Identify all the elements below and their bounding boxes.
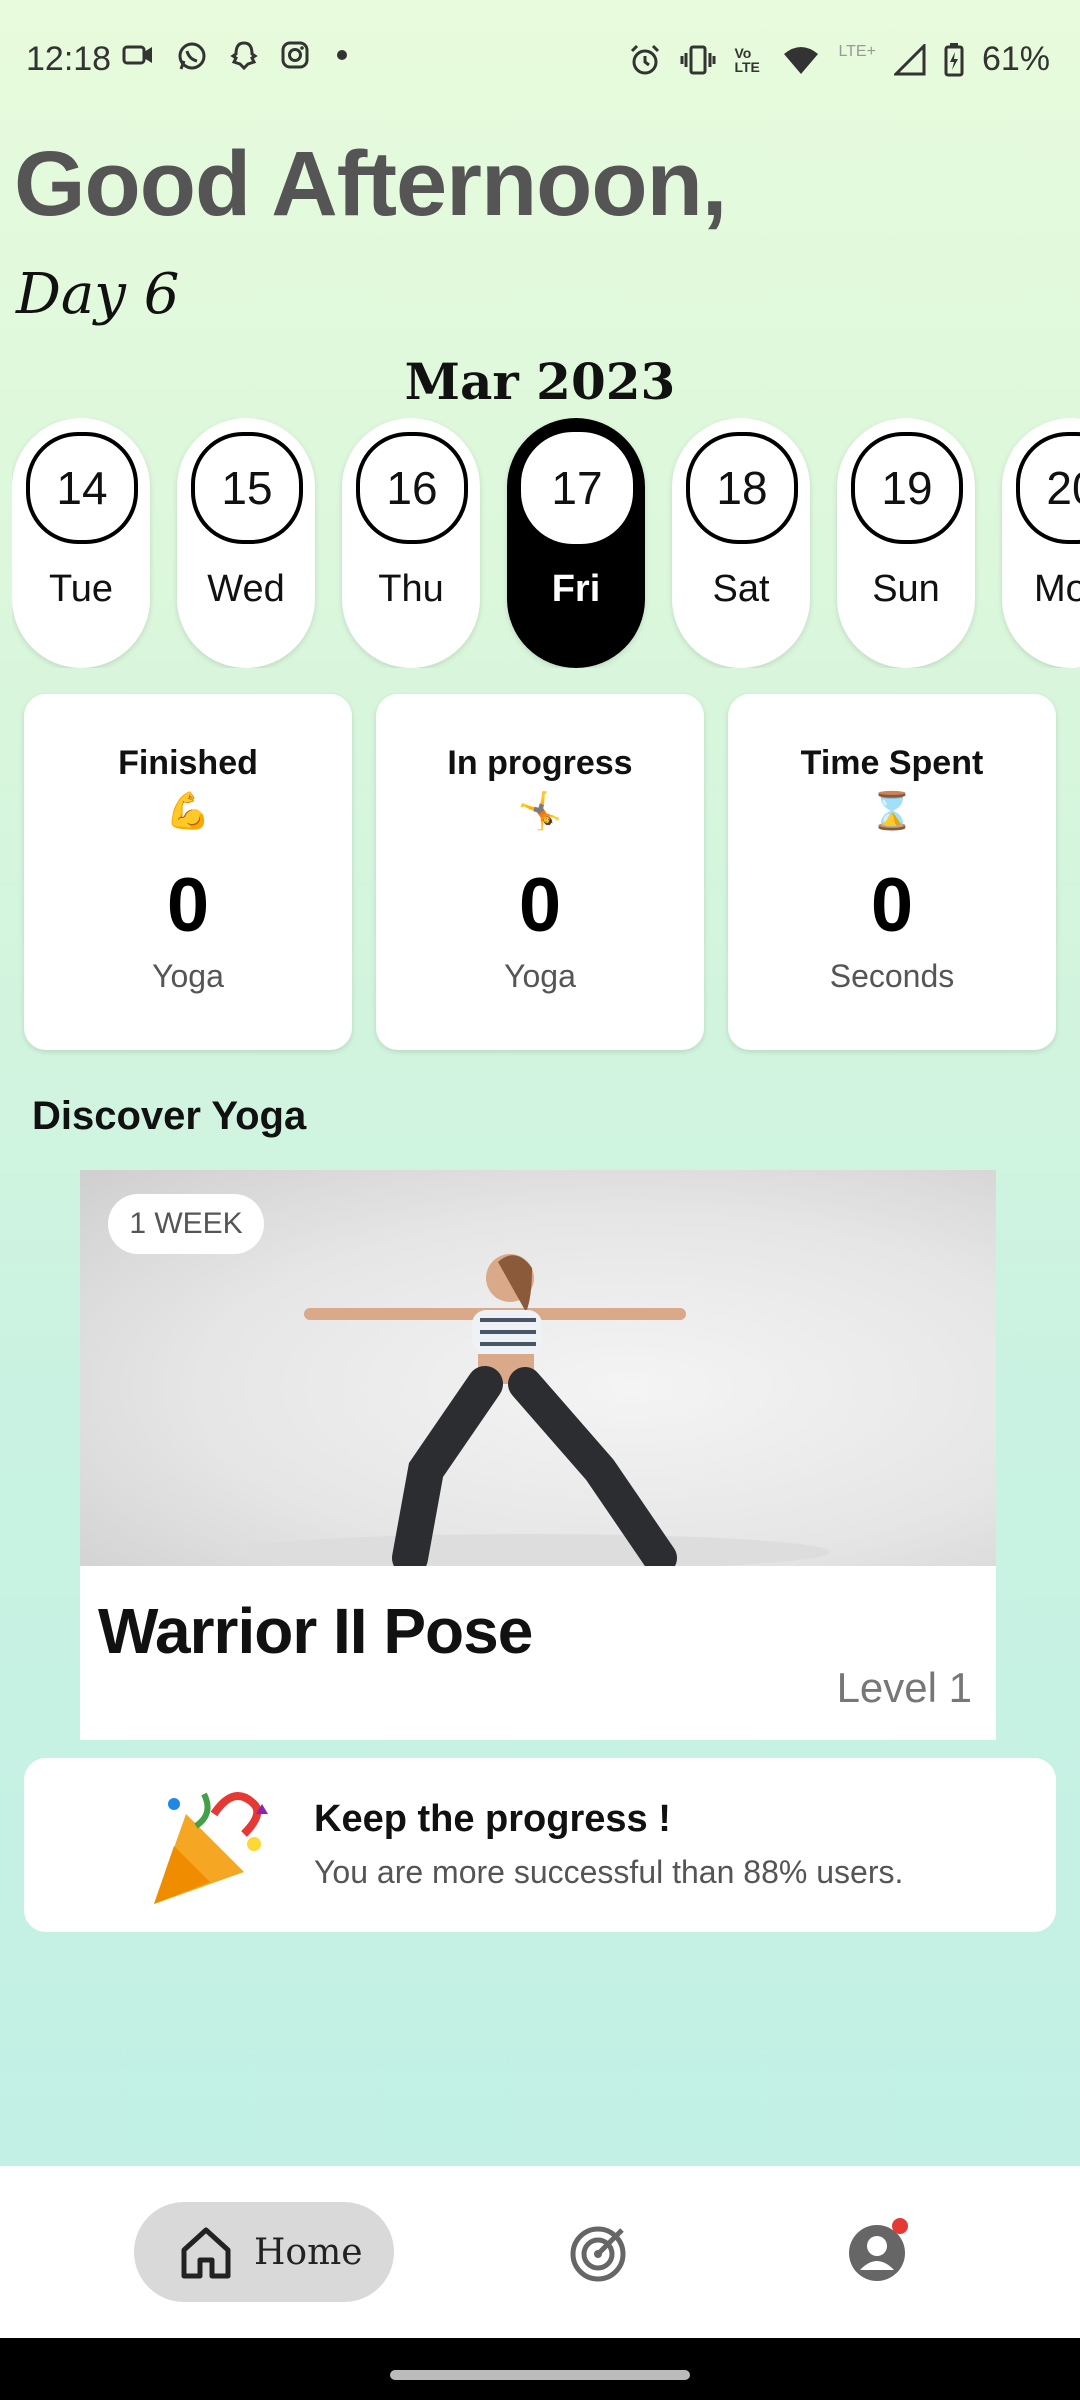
lte-label: LTE+ (838, 42, 876, 60)
discover-heading: Discover Yoga (32, 1094, 307, 1138)
status-time: 12:18 (26, 40, 112, 78)
status-system-icons: Vo LTE LTE+ 61% (628, 40, 1050, 79)
day-number: 20 (1016, 432, 1080, 544)
vibrate-icon (680, 45, 716, 74)
day-number: 17 (521, 432, 633, 544)
alarm-icon (631, 44, 660, 74)
duration-badge: 1 WEEK (108, 1194, 264, 1254)
flexed-biceps-icon: 💪 (165, 790, 211, 831)
day-number: 19 (851, 432, 963, 544)
day-pill[interactable]: 20 Mon (1002, 418, 1080, 668)
stat-value: 0 (518, 863, 562, 948)
day-name: Sat (712, 568, 770, 610)
target-icon[interactable] (568, 2224, 628, 2284)
progress-card: Keep the progress ! You are more success… (24, 1758, 1056, 1932)
day-pill[interactable]: 19 Sun (837, 418, 975, 668)
day-name: Sun (872, 568, 940, 610)
nav-home-tab[interactable]: Home (134, 2202, 394, 2302)
day-pill[interactable]: 16 Thu (342, 418, 480, 668)
stat-title: Time Spent (800, 744, 984, 782)
hourglass-icon: ⌛ (869, 790, 915, 831)
day-pill[interactable]: 14 Tue (12, 418, 150, 668)
stat-card-in-progress: In progress 🤸 0 Yoga (376, 694, 704, 1050)
progress-title: Keep the progress ! (314, 1798, 671, 1840)
day-pill[interactable]: 18 Sat (672, 418, 810, 668)
nav-home-label: Home (254, 2231, 363, 2273)
day-pill[interactable]: 15 Wed (177, 418, 315, 668)
status-bar: 12:18 Vo LTE LTE+ 61% (0, 0, 1080, 120)
month-label: Mar 2023 (404, 352, 676, 411)
day-name: Mon (1034, 568, 1080, 610)
day-name: Thu (378, 568, 444, 610)
whatsapp-icon (178, 42, 206, 70)
day-name: Fri (551, 568, 601, 610)
stat-title: Finished (118, 744, 258, 782)
video-icon (122, 45, 152, 65)
gesture-handle[interactable] (390, 2370, 690, 2380)
home-icon (181, 2227, 231, 2279)
party-popper-icon (154, 1792, 268, 1904)
stat-title: In progress (447, 744, 633, 782)
battery-icon (944, 42, 964, 76)
day-number: 14 (26, 432, 138, 544)
system-gesture-bar (0, 2338, 1080, 2400)
greeting-title: Good Afternoon, (14, 133, 727, 235)
day-pill-selected[interactable]: 17 Fri (507, 418, 645, 668)
stat-value: 0 (870, 863, 914, 948)
snapchat-icon (230, 41, 258, 71)
status-notification-icons (122, 40, 352, 72)
dot-icon (337, 50, 347, 60)
stat-unit: Yoga (152, 958, 224, 994)
signal-icon (893, 43, 926, 75)
yoga-pose-card[interactable]: 1 WEEK Warrior II Pose Level 1 (80, 1170, 996, 1740)
day-number: 16 (356, 432, 468, 544)
stat-unit: Yoga (504, 958, 576, 994)
stat-value: 0 (166, 863, 210, 948)
day-number: 15 (191, 432, 303, 544)
instagram-icon (281, 41, 309, 69)
yoga-pose-level: Level 1 (836, 1664, 972, 1711)
yoga-pose-title: Warrior II Pose (98, 1595, 533, 1667)
day-selector: 14 Tue 15 Wed 16 Thu 17 Fri 18 Sat 19 Su… (12, 418, 1080, 668)
day-number: 18 (686, 432, 798, 544)
notification-dot (892, 2218, 908, 2234)
wifi-icon (784, 46, 819, 74)
progress-subtitle: You are more successful than 88% users. (314, 1854, 904, 1890)
volte-icon: Vo LTE (734, 44, 760, 75)
day-name: Tue (48, 568, 114, 610)
stat-unit: Seconds (829, 958, 955, 994)
day-counter: Day 6 (16, 262, 180, 327)
stat-card-time-spent: Time Spent ⌛ 0 Seconds (728, 694, 1056, 1050)
bottom-navigation: Home (0, 2166, 1080, 2338)
battery-percent: 61% (981, 40, 1050, 78)
stat-card-finished: Finished 💪 0 Yoga (24, 694, 352, 1050)
cartwheel-icon: 🤸 (517, 790, 563, 831)
yoga-pose-image: 1 WEEK (80, 1170, 996, 1576)
stats-row: Finished 💪 0 Yoga In progress 🤸 0 Yoga T… (24, 694, 1056, 1050)
day-name: Wed (207, 568, 285, 610)
